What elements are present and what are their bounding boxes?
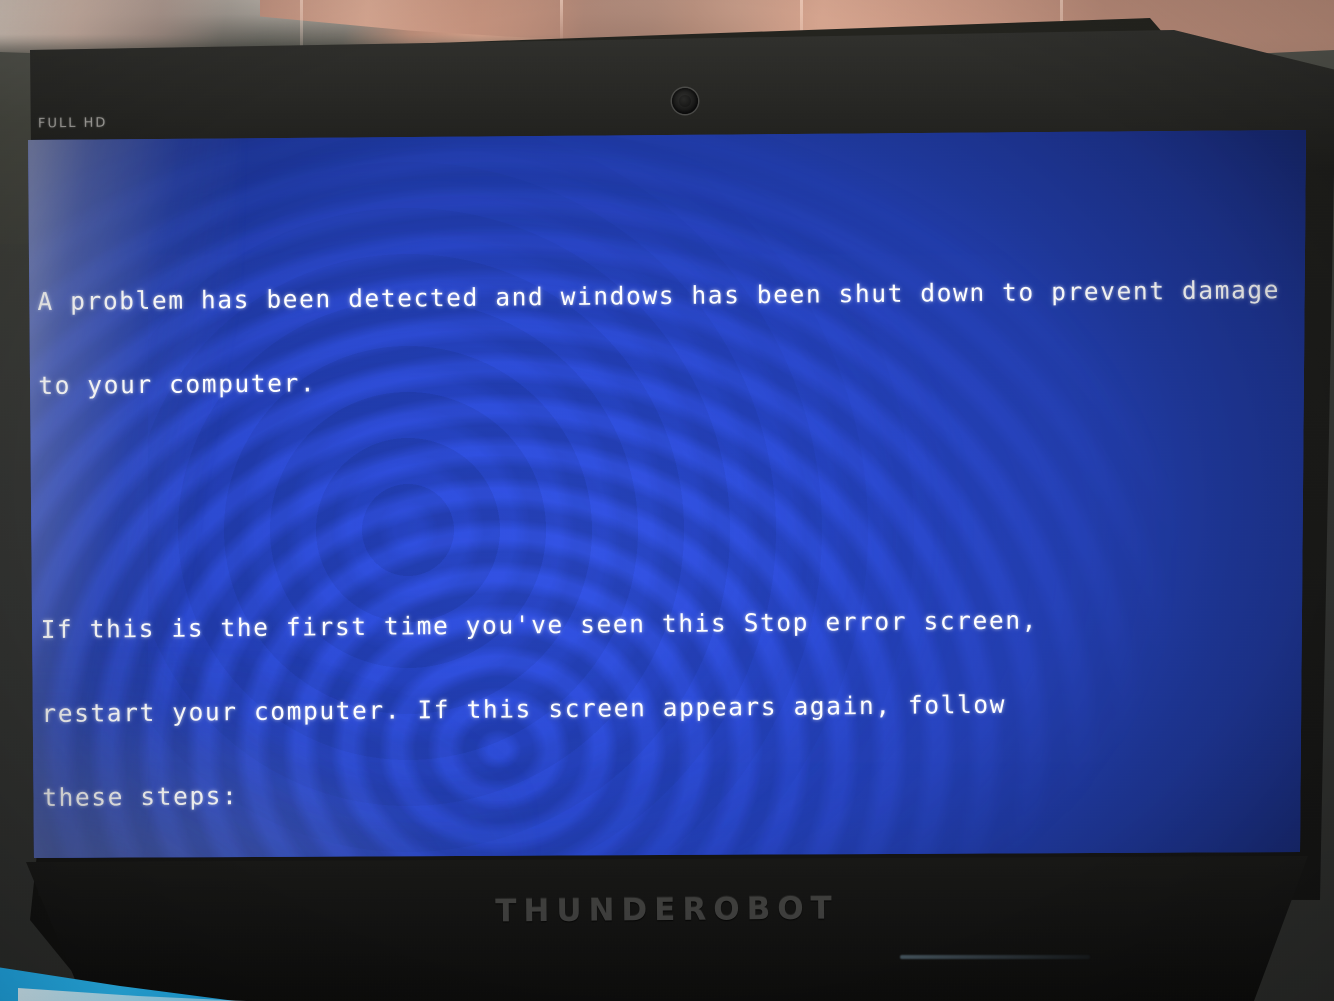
chin-seam [900,955,1090,959]
photo-scene: FULL HD A problem has been detected and … [0,0,1334,1001]
laptop-screen: A problem has been detected and windows … [28,130,1306,858]
screen-vignette [28,130,1306,858]
full-hd-bezel-label: FULL HD [37,115,108,132]
webcam-lens-icon [679,95,691,107]
